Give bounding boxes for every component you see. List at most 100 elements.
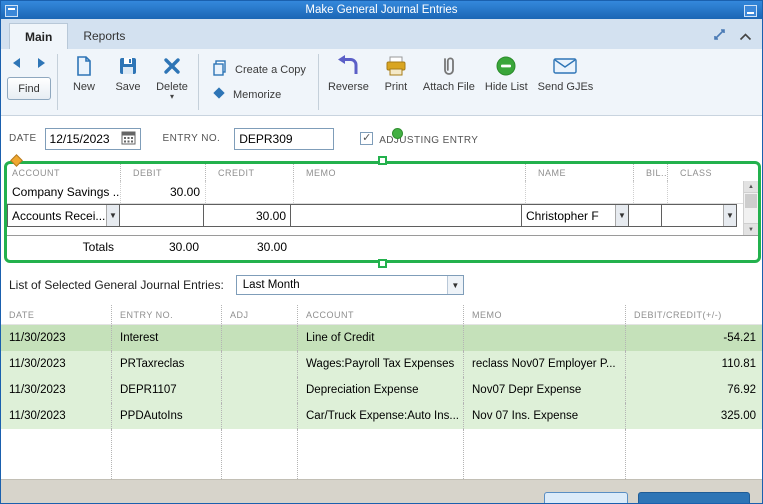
tab-reports[interactable]: Reports [68, 23, 140, 49]
column-header-memo: MEMO [463, 305, 625, 324]
toolbar: Find New Save Delete ▾ Create a Copy Mem… [1, 49, 762, 116]
date-input[interactable]: 12/15/2023 [44, 127, 141, 150]
scrollbar-thumb[interactable] [745, 194, 757, 208]
period-filter-dropdown[interactable]: Last Month ▼ [235, 275, 464, 295]
column-header-name: NAME [525, 164, 633, 181]
selected-entries-label: List of Selected General Journal Entries… [9, 278, 224, 292]
memorize-button[interactable]: Memorize [207, 82, 310, 107]
table-row[interactable]: 11/30/2023 PPDAutoIns Car/Truck Expense:… [1, 403, 762, 429]
name-cell[interactable] [525, 181, 633, 203]
delete-button[interactable]: Delete ▾ [150, 49, 194, 115]
expand-window-icon[interactable] [712, 27, 727, 47]
save-button[interactable]: Save [106, 49, 150, 115]
table-row[interactable]: 11/30/2023 PRTaxreclas Wages:Payroll Tax… [1, 351, 762, 377]
chevron-down-icon[interactable]: ▼ [615, 205, 628, 226]
selected-entries-filter-row: List of Selected General Journal Entries… [1, 273, 762, 297]
column-header-credit: CREDIT [205, 164, 293, 181]
debit-cell[interactable] [119, 204, 204, 227]
class-cell[interactable] [667, 181, 743, 203]
check-icon: ✓ [362, 131, 372, 144]
table-row[interactable]: 11/30/2023 Interest Line of Credit -54.2… [1, 325, 762, 351]
totals-label: Totals [82, 239, 114, 254]
class-combo[interactable]: ▼ [661, 204, 737, 227]
memo-cell[interactable] [293, 181, 525, 203]
ribbon-tabbar: Main Reports [1, 19, 762, 49]
totals-debit: 30.00 [168, 239, 199, 254]
calendar-icon[interactable] [121, 130, 136, 148]
name-combo[interactable]: Christopher F ▼ [521, 204, 629, 227]
table-row[interactable]: 11/30/2023 DEPR1107 Depreciation Expense… [1, 377, 762, 403]
window-title: Make General Journal Entries [305, 4, 458, 16]
delete-dropdown-caret-icon[interactable]: ▾ [170, 92, 174, 100]
entry-no-input[interactable]: DEPR309 [234, 127, 335, 150]
column-header-account: ACCOUNT [297, 305, 463, 324]
account-cell[interactable]: Company Savings ... [7, 181, 120, 203]
column-header-account: ACCOUNT [12, 167, 60, 178]
tab-main[interactable]: Main [9, 23, 69, 49]
journal-totals-row: Totals 30.00 30.00 [7, 235, 758, 257]
column-header-memo: MEMO [293, 164, 525, 181]
column-header-debit: DEBIT [120, 164, 205, 181]
back-arrow-button[interactable] [9, 56, 25, 70]
reverse-button[interactable]: Reverse [323, 49, 374, 115]
entry-no-label: ENTRY NO. [162, 133, 221, 144]
memo-cell[interactable] [290, 204, 522, 227]
scroll-up-arrow-icon[interactable]: ▲ [744, 181, 758, 193]
hide-list-minus-icon [495, 54, 517, 78]
hide-list-button[interactable]: Hide List [480, 49, 533, 115]
column-header-debit-credit: DEBIT/CREDIT(+/-) [625, 305, 762, 324]
printer-icon [385, 54, 407, 78]
envelope-icon [553, 54, 578, 78]
debit-cell[interactable]: 30.00 [120, 181, 205, 203]
bottom-partial-button-left[interactable] [544, 492, 628, 503]
billable-cell[interactable] [633, 181, 667, 203]
journal-row[interactable]: Company Savings ... 30.00 [7, 181, 758, 204]
app-icon [5, 4, 18, 17]
journal-row-active[interactable]: Accounts Recei... ▼ 30.00 Christopher F … [7, 204, 758, 227]
column-header-class: CLASS [667, 164, 743, 181]
chevron-down-icon[interactable]: ▼ [106, 205, 119, 226]
find-button[interactable]: Find [7, 77, 51, 100]
adjusting-entry-label-wrap: ADJUSTING ENTRY [379, 127, 478, 148]
column-header-billable: BIL... [633, 164, 667, 181]
grid-vertical-scrollbar[interactable]: ▲ ▼ [743, 181, 758, 235]
copy-pages-icon [211, 59, 229, 80]
new-button[interactable]: New [62, 49, 106, 115]
window-minimize-button[interactable] [744, 4, 757, 17]
create-copy-button[interactable]: Create a Copy [207, 57, 310, 82]
collapse-ribbon-icon[interactable] [739, 28, 752, 46]
bottom-partial-button-right[interactable] [638, 492, 750, 503]
highlight-top-handle [377, 156, 387, 165]
copy-memorize-group: Create a Copy Memorize [203, 49, 314, 115]
send-gjes-button[interactable]: Send GJEs [533, 49, 599, 115]
scroll-down-arrow-icon[interactable]: ▼ [744, 223, 758, 235]
column-header-entry-no: ENTRY NO. [111, 305, 221, 324]
bottom-button-bar [1, 479, 762, 503]
account-combo[interactable]: Accounts Recei... ▼ [7, 204, 120, 227]
save-floppy-icon [117, 54, 139, 78]
billable-cell[interactable] [628, 204, 662, 227]
column-header-adj: ADJ [221, 305, 297, 324]
find-group: Find [5, 49, 53, 115]
journal-entries-table: DATE ENTRY NO. ADJ ACCOUNT MEMO DEBIT/CR… [1, 305, 762, 487]
journal-grid-header: ACCOUNT DEBIT CREDIT MEMO NAME BIL... CL… [7, 164, 758, 181]
titlebar: Make General Journal Entries [1, 1, 762, 19]
make-general-journal-entries-window: Make General Journal Entries Main Report… [0, 0, 763, 504]
credit-cell[interactable] [205, 181, 293, 203]
credit-cell[interactable]: 30.00 [203, 204, 291, 227]
adjusting-entry-checkbox[interactable]: ✓ [360, 131, 374, 145]
attach-file-button[interactable]: Attach File [418, 49, 480, 115]
journal-entry-grid: ACCOUNT DEBIT CREDIT MEMO NAME BIL... CL… [4, 154, 761, 268]
chevron-down-icon[interactable]: ▼ [723, 205, 736, 226]
green-dot-icon [392, 127, 404, 139]
entry-form-row: DATE 12/15/2023 ENTRY NO. DEPR309 ✓ ADJU… [1, 116, 762, 161]
column-header-date: DATE [9, 309, 35, 320]
chevron-down-icon[interactable]: ▼ [446, 276, 463, 294]
totals-credit: 30.00 [256, 239, 287, 254]
paperclip-icon [439, 54, 459, 78]
delete-x-icon [162, 54, 182, 78]
print-button[interactable]: Print [374, 49, 418, 115]
forward-arrow-button[interactable] [33, 56, 49, 70]
entries-table-header: DATE ENTRY NO. ADJ ACCOUNT MEMO DEBIT/CR… [1, 305, 762, 325]
new-page-icon [73, 54, 95, 78]
